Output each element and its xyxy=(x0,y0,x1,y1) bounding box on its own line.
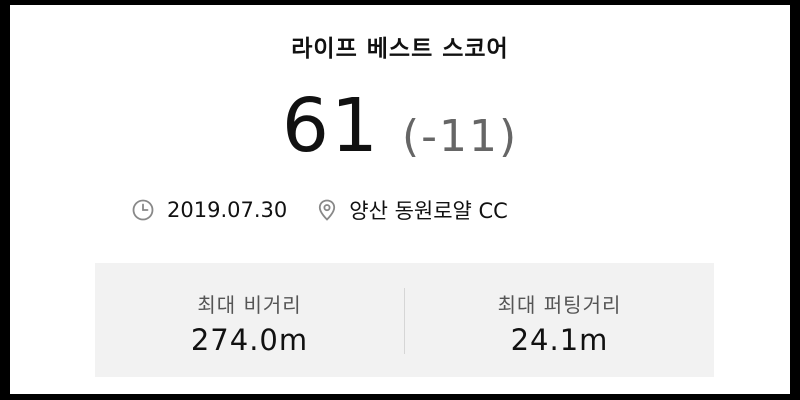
max-drive-label: 최대 비거리 xyxy=(197,293,302,317)
max-putt-value: 24.1m xyxy=(510,323,609,357)
card-title: 라이프 베스트 스코어 xyxy=(291,36,509,62)
max-putt-stat: 최대 퍼팅거리 24.1m xyxy=(405,263,714,377)
best-score-card: 라이프 베스트 스코어 61 (-11) 2019.07.30 양산 동원로얄 C… xyxy=(10,5,790,394)
max-drive-stat: 최대 비거리 274.0m xyxy=(95,263,404,377)
score-row: 61 (-11) xyxy=(10,83,790,169)
best-score-value: 61 xyxy=(281,83,380,169)
stats-box: 최대 비거리 274.0m 최대 퍼팅거리 24.1m xyxy=(95,263,714,377)
max-putt-label: 최대 퍼팅거리 xyxy=(497,293,622,317)
round-info-row: 2019.07.30 양산 동원로얄 CC xyxy=(131,195,508,225)
location-pin-icon xyxy=(315,198,339,222)
score-diff-value: (-11) xyxy=(401,111,519,162)
clock-icon xyxy=(131,198,155,222)
course-location: 양산 동원로얄 CC xyxy=(349,199,508,223)
round-date: 2019.07.30 xyxy=(167,198,288,222)
max-drive-value: 274.0m xyxy=(190,323,309,357)
